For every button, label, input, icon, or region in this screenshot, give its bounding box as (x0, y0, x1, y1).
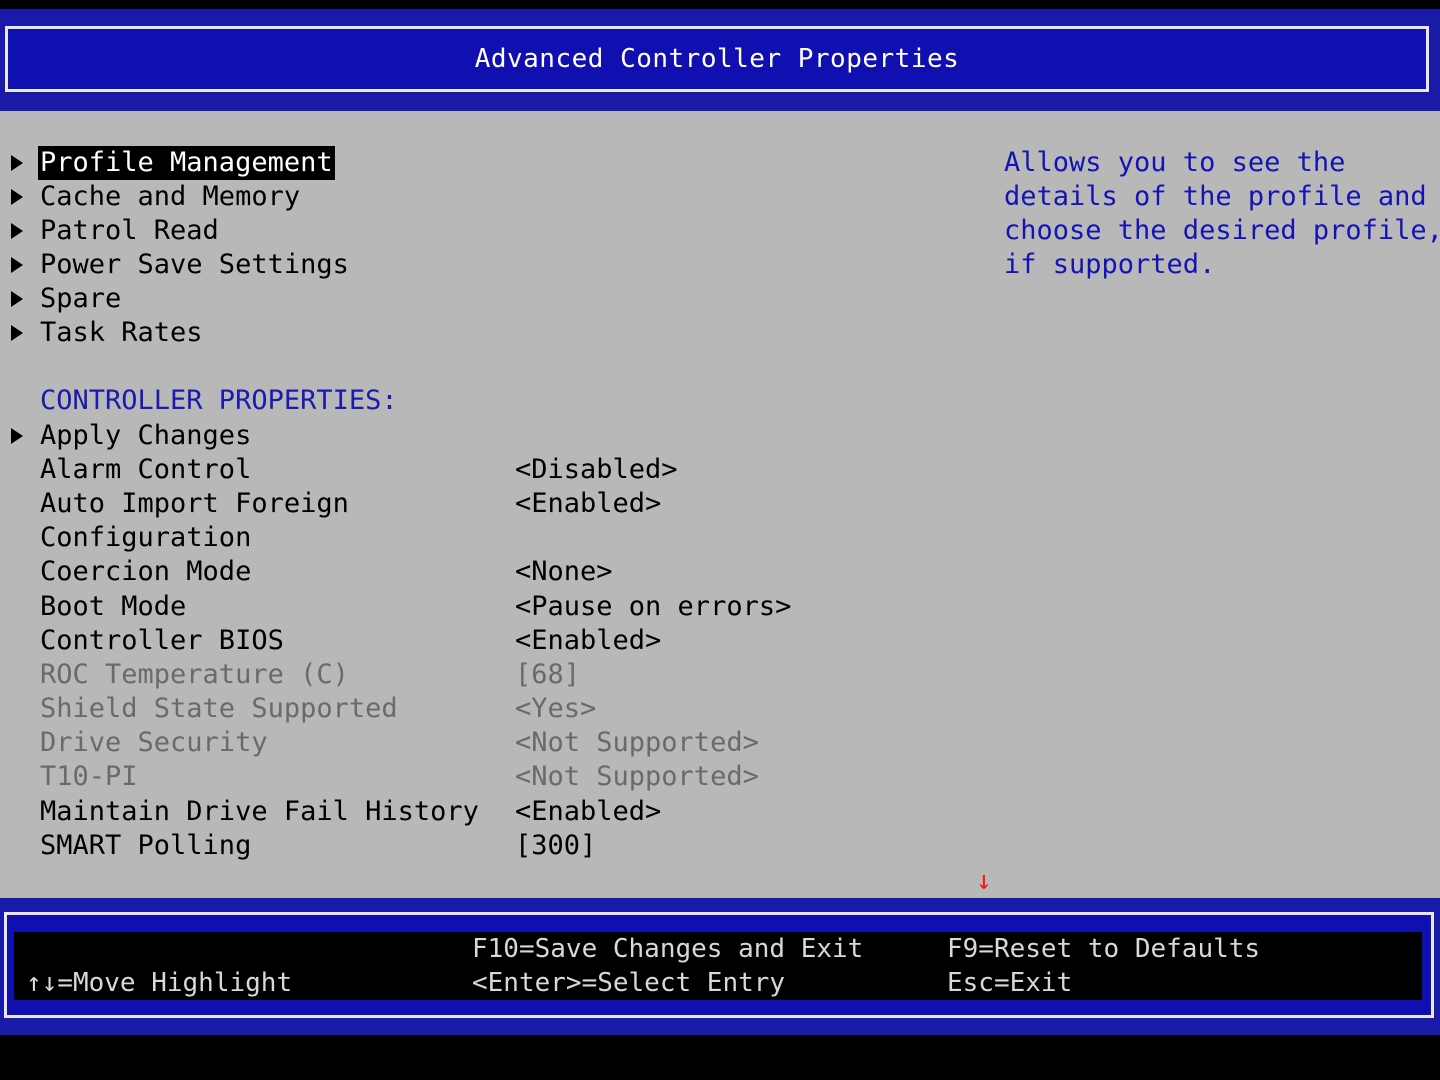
reset-defaults-hint: F9=Reset to Defaults (947, 934, 1261, 964)
menu-item-label: Power Save Settings (40, 249, 349, 280)
shield-state-value: <Yes> (515, 693, 597, 724)
submenu-arrow-icon (11, 189, 23, 205)
coercion-mode-row[interactable]: Coercion Mode <None> (0, 555, 960, 589)
menu-item-profile-management[interactable]: Profile Management (0, 146, 960, 180)
submenu-arrow-icon (11, 155, 23, 171)
submenu-arrow-icon (11, 291, 23, 307)
maintain-drive-fail-history-row[interactable]: Maintain Drive Fail History <Enabled> (0, 795, 960, 829)
drive-security-row: Drive Security <Not Supported> (0, 726, 960, 760)
menu-item-patrol-read[interactable]: Patrol Read (0, 214, 960, 248)
help-line: if supported. (1004, 249, 1216, 280)
coercion-mode-label: Coercion Mode (40, 556, 252, 587)
submenu-arrow-icon (11, 257, 23, 273)
controller-bios-value[interactable]: <Enabled> (515, 624, 661, 658)
apply-changes-label: Apply Changes (40, 420, 252, 451)
help-line: choose the desired profile, (1004, 215, 1440, 246)
scroll-down-arrow-icon[interactable]: ↓ (976, 868, 992, 894)
auto-import-foreign-row-cont: Configuration (0, 521, 960, 555)
roc-temperature-value: [68] (515, 659, 581, 690)
help-line: details of the profile and (1004, 181, 1427, 212)
auto-import-foreign-value[interactable]: <Enabled> (515, 487, 661, 521)
submenu-arrow-icon (11, 223, 23, 239)
t10-pi-row: T10-PI <Not Supported> (0, 760, 960, 794)
help-panel: Allows you to see the details of the pro… (1004, 146, 1440, 282)
menu-item-label: Spare (40, 283, 122, 314)
smart-polling-value[interactable]: [300] (515, 829, 596, 863)
auto-import-foreign-row[interactable]: Auto Import Foreign <Enabled> (0, 487, 960, 521)
roc-temperature-row: ROC Temperature (C) [68] (0, 658, 960, 692)
submenu-arrow-icon (11, 428, 23, 444)
drive-security-label: Drive Security (40, 727, 268, 758)
page-title: Advanced Controller Properties (474, 44, 960, 74)
shield-state-label: Shield State Supported (40, 693, 398, 724)
main-panel: Profile Management Cache and Memory Patr… (0, 111, 1440, 898)
section-title: CONTROLLER PROPERTIES: (40, 385, 398, 416)
drive-security-value: <Not Supported> (515, 727, 759, 758)
auto-import-foreign-label-cont: Configuration (40, 522, 252, 553)
menu-item-spare[interactable]: Spare (0, 282, 960, 316)
boot-mode-value[interactable]: <Pause on errors> (515, 590, 791, 624)
smart-polling-row[interactable]: SMART Polling [300] (0, 829, 960, 863)
controller-bios-label: Controller BIOS (40, 625, 284, 656)
esc-exit-hint: Esc=Exit (947, 968, 1073, 998)
roc-temperature-label: ROC Temperature (C) (40, 659, 349, 690)
menu-item-label: Profile Management (38, 146, 335, 180)
t10-pi-label: T10-PI (40, 761, 138, 792)
auto-import-foreign-label: Auto Import Foreign (40, 488, 349, 519)
menu-item-task-rates[interactable]: Task Rates (0, 316, 960, 350)
move-highlight-hint: ↑↓=Move Highlight (26, 968, 293, 998)
save-exit-hint: F10=Save Changes and Exit (472, 934, 864, 964)
submenu-arrow-icon (11, 325, 23, 341)
menu-item-label: Task Rates (40, 317, 203, 348)
t10-pi-value: <Not Supported> (515, 761, 759, 792)
menu-item-cache-and-memory[interactable]: Cache and Memory (0, 180, 960, 214)
coercion-mode-value[interactable]: <None> (515, 555, 613, 589)
maintain-drive-fail-history-value[interactable]: <Enabled> (515, 795, 661, 829)
boot-mode-label: Boot Mode (40, 591, 187, 622)
menu-item-label: Patrol Read (40, 215, 219, 246)
alarm-control-label: Alarm Control (40, 454, 252, 485)
header-box: Advanced Controller Properties (5, 26, 1429, 92)
menu-item-label: Cache and Memory (40, 181, 301, 212)
menu-item-power-save-settings[interactable]: Power Save Settings (0, 248, 960, 282)
smart-polling-label: SMART Polling (40, 830, 252, 861)
boot-mode-row[interactable]: Boot Mode <Pause on errors> (0, 590, 960, 624)
shield-state-row: Shield State Supported <Yes> (0, 692, 960, 726)
apply-changes-item[interactable]: Apply Changes (0, 419, 960, 453)
maintain-drive-fail-history-label: Maintain Drive Fail History (40, 796, 479, 827)
select-entry-hint: <Enter>=Select Entry (472, 968, 786, 998)
bottom-strip (0, 1035, 1440, 1080)
alarm-control-value[interactable]: <Disabled> (515, 453, 678, 487)
alarm-control-row[interactable]: Alarm Control <Disabled> (0, 453, 960, 487)
controller-bios-row[interactable]: Controller BIOS <Enabled> (0, 624, 960, 658)
bios-screen: Advanced Controller Properties Profile M… (0, 0, 1440, 1080)
key-help-bar: ↑↓=Move Highlight F10=Save Changes and E… (14, 932, 1422, 1000)
help-line: Allows you to see the (1004, 147, 1346, 178)
